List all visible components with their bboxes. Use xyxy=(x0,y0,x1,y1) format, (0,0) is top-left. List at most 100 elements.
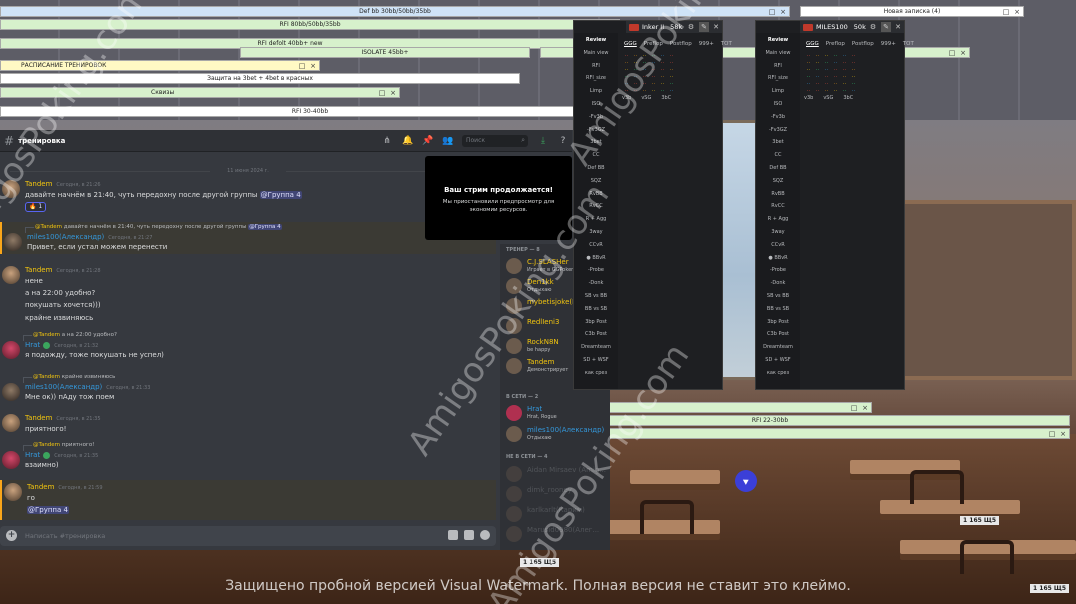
note-schedule[interactable]: РАСПИСАНИЕ ТРЕНИРОВОК □ × xyxy=(0,60,320,71)
author-name[interactable]: Hrat Сегодня, в 21:32 xyxy=(25,341,98,349)
search-input[interactable]: Поиск ⌕ xyxy=(462,135,528,147)
hud-tab[interactable]: 999+ xyxy=(699,41,714,47)
stat-cell[interactable]: ·· xyxy=(813,67,822,74)
reply-preview[interactable]: @Tandem приятного! xyxy=(22,442,94,451)
mention[interactable]: @Группа 4 xyxy=(259,191,302,199)
hud-menu-item[interactable]: BB vs SB xyxy=(574,306,618,312)
hud-menu-item[interactable]: SB vs BB xyxy=(574,293,618,299)
avatar[interactable] xyxy=(2,341,20,359)
author-name[interactable]: miles100(Александр) Сегодня, в 21:27 xyxy=(27,233,152,241)
avatar[interactable] xyxy=(2,266,20,284)
stat-cell[interactable]: ·· xyxy=(849,88,858,95)
stat-cell[interactable]: ·· xyxy=(804,53,813,60)
note-isolate[interactable]: ISOLATE 45bb+ xyxy=(240,47,530,58)
hud-menu-item[interactable]: -Fv3b xyxy=(756,114,800,120)
pin-icon[interactable]: 📌 xyxy=(422,136,433,146)
stat-cell[interactable]: ·· xyxy=(822,74,831,81)
stat-cell[interactable]: ·· xyxy=(813,74,822,81)
stats-subtab[interactable]: vSG xyxy=(823,95,833,102)
hud-menu-item[interactable]: SB vs BB xyxy=(756,293,800,299)
reply-preview[interactable]: @Tandem а на 22:00 удобно? xyxy=(23,332,117,341)
stat-cell[interactable]: ·· xyxy=(822,60,831,67)
hud-menu-item[interactable]: Dreamteam xyxy=(756,344,800,350)
hud-menu-item[interactable]: Review xyxy=(756,37,800,43)
members-icon[interactable]: 👥 xyxy=(442,136,453,146)
hud-menu-item[interactable]: Review xyxy=(574,37,618,43)
hud-menu-item[interactable]: RvBB xyxy=(756,191,800,197)
hud-tab[interactable]: TOT xyxy=(721,41,732,47)
hud-tab[interactable]: GGG xyxy=(806,41,819,47)
stats-subtab[interactable]: 3bC xyxy=(661,95,671,102)
hud-menu-item[interactable]: -Donk xyxy=(574,280,618,286)
close-icon[interactable]: × xyxy=(958,48,968,59)
hud-tab[interactable]: Preflop xyxy=(826,41,845,47)
avatar[interactable] xyxy=(4,483,22,501)
mention[interactable]: @Группа 4 xyxy=(27,506,69,514)
hud-menu-item[interactable]: RFI_size xyxy=(756,75,800,81)
author-name[interactable]: Tandem Сегодня, в 21:59 xyxy=(27,483,103,491)
hud-menu-item[interactable]: Def BB xyxy=(756,165,800,171)
hud-menu-item[interactable]: как срез xyxy=(574,370,618,376)
hud-menu-item[interactable]: RFI xyxy=(574,63,618,69)
hud-menu-item[interactable]: -Probe xyxy=(574,267,618,273)
emoji-icon[interactable] xyxy=(480,530,490,540)
stat-cell[interactable]: ·· xyxy=(804,67,813,74)
stat-cell[interactable]: ·· xyxy=(840,88,849,95)
stat-cell[interactable]: ·· xyxy=(831,88,840,95)
note-rfi-30-40[interactable]: RFI 30-40bb xyxy=(0,106,620,117)
minimize-icon[interactable]: □ xyxy=(1047,429,1057,440)
stat-cell[interactable]: ·· xyxy=(831,67,840,74)
hud-menu-item[interactable]: RvCC xyxy=(756,203,800,209)
stat-cell[interactable]: ·· xyxy=(667,67,676,74)
close-icon[interactable]: × xyxy=(1012,7,1022,18)
gif-icon[interactable] xyxy=(448,530,458,540)
close-icon[interactable]: × xyxy=(388,88,398,99)
hud-menu-item[interactable]: C3b Post xyxy=(574,331,618,337)
close-icon[interactable]: × xyxy=(860,403,870,414)
stat-cell[interactable]: ·· xyxy=(667,81,676,88)
close-icon[interactable]: ✕ xyxy=(893,22,903,32)
minimize-icon[interactable]: □ xyxy=(297,61,307,72)
author-name[interactable]: Tandem Сегодня, в 21:28 xyxy=(25,266,101,274)
stat-cell[interactable]: ·· xyxy=(831,81,840,88)
hud-menu-item[interactable]: SD + WSF xyxy=(756,357,800,363)
close-icon[interactable]: × xyxy=(778,7,788,18)
hud-menu-item[interactable]: 3bet xyxy=(756,139,800,145)
note-new[interactable]: Новая записка (4) □ × xyxy=(800,6,1024,17)
close-icon[interactable]: × xyxy=(1058,429,1068,440)
stat-cell[interactable]: ·· xyxy=(804,88,813,95)
hud-menu-item[interactable]: ● BBvR xyxy=(574,255,618,261)
hud-menu-item[interactable]: 3way xyxy=(756,229,800,235)
stat-cell[interactable]: ·· xyxy=(658,81,667,88)
stat-cell[interactable]: ·· xyxy=(840,81,849,88)
hud-menu-item[interactable]: -Probe xyxy=(756,267,800,273)
author-name[interactable]: Hrat Сегодня, в 21:35 xyxy=(25,451,98,459)
hud-menu-item[interactable]: C3b Post xyxy=(756,331,800,337)
stats-subtab[interactable]: 3bC xyxy=(843,95,853,102)
reply-preview[interactable]: @Tandem крайне извиняюсь xyxy=(22,374,115,383)
stat-cell[interactable]: ·· xyxy=(667,88,676,95)
hud-menu-item[interactable]: -Fv3GZ xyxy=(756,127,800,133)
pin-icon[interactable]: ✎ xyxy=(699,22,709,32)
reply-preview[interactable]: @Tandem давайте начнём в 21:40, чуть пер… xyxy=(25,224,282,233)
avatar[interactable] xyxy=(2,414,20,432)
hud-menu-item[interactable]: CC xyxy=(756,152,800,158)
stat-cell[interactable]: ·· xyxy=(849,67,858,74)
pin-icon[interactable]: ✎ xyxy=(881,22,891,32)
avatar[interactable] xyxy=(2,451,20,469)
minimize-icon[interactable]: □ xyxy=(849,403,859,414)
sticker-icon[interactable] xyxy=(464,530,474,540)
hud-menu-item[interactable]: SD + WSF xyxy=(574,357,618,363)
stat-cell[interactable]: ·· xyxy=(813,88,822,95)
close-icon[interactable]: ✕ xyxy=(711,22,721,32)
close-icon[interactable]: × xyxy=(308,61,318,72)
hud-menu-item[interactable]: BB vs SB xyxy=(756,306,800,312)
stat-cell[interactable]: ·· xyxy=(831,60,840,67)
stat-cell[interactable]: ·· xyxy=(813,81,822,88)
hud-menu-item[interactable]: Dreamteam xyxy=(574,344,618,350)
gear-icon[interactable]: ⚙ xyxy=(868,22,878,32)
author-name[interactable]: Tandem Сегодня, в 21:26 xyxy=(25,180,101,188)
hud-menu-item[interactable]: Main view xyxy=(756,50,800,56)
minimize-icon[interactable]: □ xyxy=(1001,7,1011,18)
stat-cell[interactable]: ·· xyxy=(840,60,849,67)
